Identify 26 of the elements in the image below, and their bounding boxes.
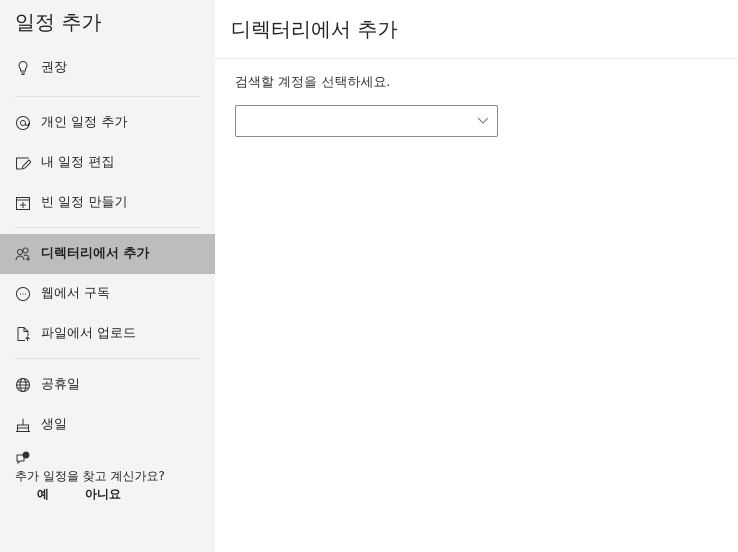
feedback-button[interactable]: 예 <box>25 485 61 503</box>
at-icon <box>15 115 31 131</box>
feedback-icon <box>15 451 31 467</box>
sidebar-item[interactable]: 디렉터리에서 추가 <box>0 234 215 274</box>
sidebar-item[interactable]: 내 일정 편집 <box>0 143 215 183</box>
feedback-button[interactable]: 아니요 <box>73 485 133 503</box>
sidebar-item[interactable]: 빈 일정 만들기 <box>0 183 215 223</box>
sidebar-item[interactable]: 개인 일정 추가 <box>0 103 215 143</box>
people-add-icon <box>15 246 31 262</box>
sidebar-item[interactable]: 파일에서 업로드 <box>0 314 215 354</box>
edit-icon <box>15 155 31 171</box>
prompt-text: 검색할 계정을 선택하세요. <box>235 74 392 92</box>
cake-icon <box>15 417 31 433</box>
sidebar-item[interactable]: 권장 <box>0 48 215 88</box>
page-title: 디렉터리에서 추가 <box>215 0 738 59</box>
chevron-down-icon <box>477 116 489 124</box>
sidebar-item[interactable]: 웹에서 구독 <box>0 274 215 314</box>
globe-icon <box>15 377 31 393</box>
feedback-question: 추가 일정을 찾고 계신가요? <box>15 468 166 485</box>
calendar-add-icon <box>15 195 31 211</box>
globe-link-icon <box>15 286 31 302</box>
sidebar-item[interactable]: 생일 <box>0 405 215 445</box>
sidebar-title: 일정 추가 <box>14 9 102 36</box>
account-dropdown[interactable] <box>235 104 498 136</box>
sidebar-item[interactable]: 공휴일 <box>0 365 215 405</box>
file-upload-icon <box>15 326 31 342</box>
